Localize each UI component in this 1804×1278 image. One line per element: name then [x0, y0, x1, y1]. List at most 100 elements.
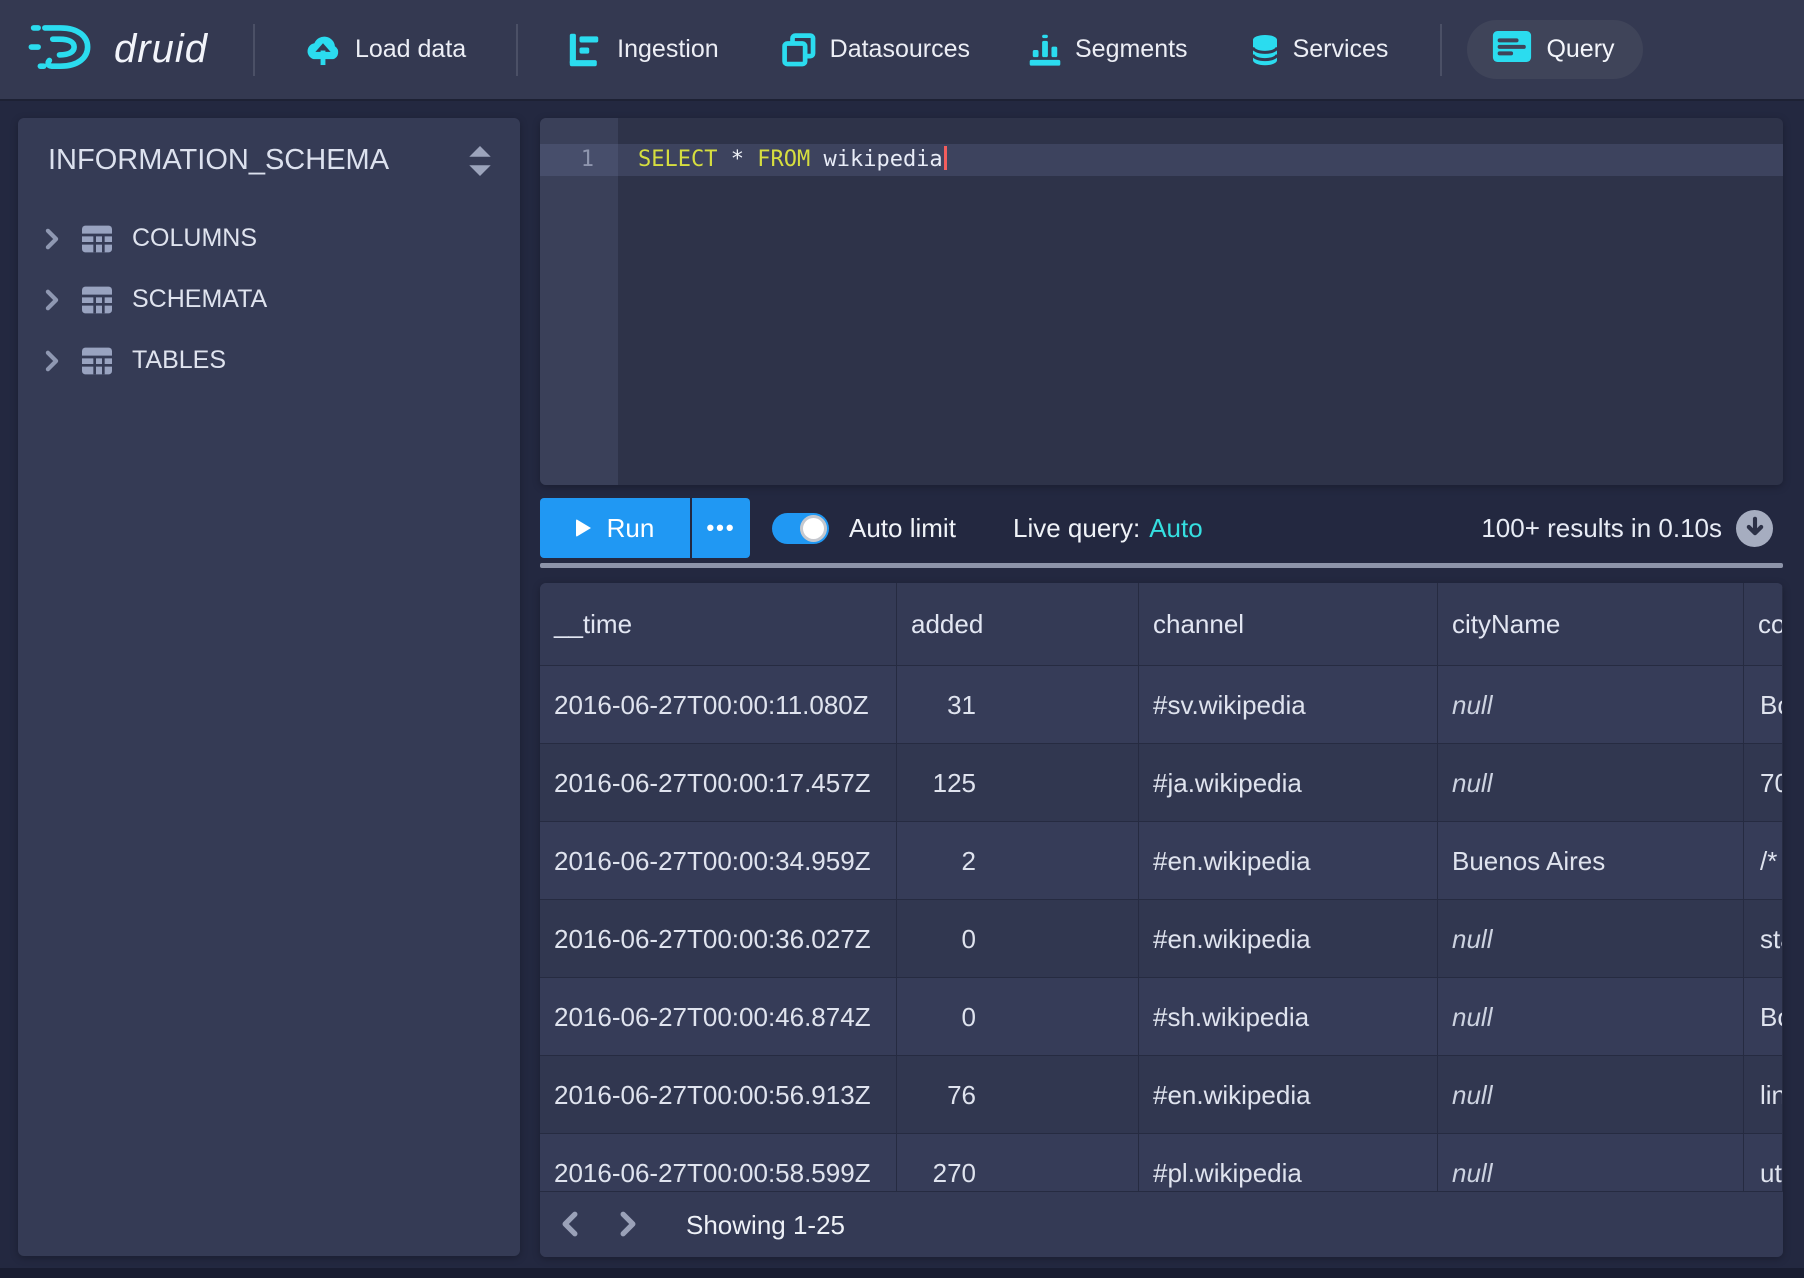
results-footer: Showing 1-25 [540, 1191, 1783, 1257]
auto-limit-label: Auto limit [849, 498, 956, 558]
ellipsis-icon: ••• [706, 515, 735, 540]
tree-item-label: SCHEMATA [132, 285, 267, 314]
schema-title: INFORMATION_SCHEMA [48, 144, 389, 177]
chevron-right-icon[interactable] [44, 289, 62, 311]
cell-channel: #en.wikipedia [1139, 1056, 1438, 1133]
sql-editor[interactable]: 1 SELECT * FROM wikipedia [540, 118, 1783, 485]
cell-cityname: null [1438, 744, 1744, 821]
sql-operator: * [731, 147, 744, 172]
console-icon [1492, 30, 1532, 70]
cell-time: 2016-06-27T00:00:11.080Z [540, 666, 897, 743]
next-page-button[interactable] [606, 1203, 650, 1247]
nav-item-label: Load data [355, 35, 466, 64]
column-header-cityname[interactable]: cityName [1438, 583, 1744, 665]
chevron-right-icon[interactable] [44, 350, 62, 372]
pane-splitter-handle[interactable] [540, 563, 1783, 568]
cell-time: 2016-06-27T00:00:34.959Z [540, 822, 897, 899]
cell-time: 2016-06-27T00:00:36.027Z [540, 900, 897, 977]
nav-item-query[interactable]: Query [1467, 20, 1642, 79]
tree-item-tables[interactable]: TABLES [18, 330, 520, 391]
druid-logo-icon [28, 20, 100, 79]
nav-item-label: Datasources [830, 35, 970, 64]
cell-comment: link [1744, 1056, 1783, 1133]
druid-console: druid Load data [0, 0, 1804, 1278]
cell-cityname: null [1438, 1056, 1744, 1133]
nav-item-label: Services [1293, 35, 1389, 64]
prev-page-button[interactable] [548, 1203, 592, 1247]
cell-comment: Bot [1744, 978, 1783, 1055]
results-table: __time added channel cityName comment 20… [540, 583, 1783, 1257]
cell-added: 0 [897, 900, 1139, 977]
line-number: 1 [540, 144, 618, 176]
brand-wordmark: druid [114, 27, 208, 72]
run-more-button[interactable]: ••• [692, 498, 750, 558]
double-caret-vertical-icon[interactable] [462, 146, 498, 176]
nav-divider [253, 24, 255, 76]
text-cursor [944, 146, 947, 170]
table-row: 2016-06-27T00:00:46.874Z 0 #sh.wikipedia… [540, 978, 1783, 1056]
cell-channel: #sv.wikipedia [1139, 666, 1438, 743]
tree-item-label: TABLES [132, 346, 226, 375]
table-row: 2016-06-27T00:00:36.027Z 0 #en.wikipedia… [540, 900, 1783, 978]
column-header-time[interactable]: __time [540, 583, 897, 665]
nav-item-label: Query [1546, 35, 1614, 64]
bar-chart-icon [1028, 32, 1062, 68]
table-row: 2016-06-27T00:00:34.959Z 2 #en.wikipedia… [540, 822, 1783, 900]
table-icon [80, 224, 114, 254]
sql-keyword: FROM [757, 147, 810, 172]
database-icon [1250, 32, 1280, 68]
cell-cityname: null [1438, 978, 1744, 1055]
nav-item-load-data[interactable]: Load data [304, 33, 466, 67]
nav-item-label: Segments [1075, 35, 1188, 64]
cell-comment: 70. [1744, 744, 1783, 821]
cell-added: 31 [897, 666, 1139, 743]
nav-divider [1440, 24, 1442, 76]
auto-limit-toggle[interactable] [772, 513, 829, 544]
cell-channel: #ja.wikipedia [1139, 744, 1438, 821]
schema-tree: COLUMNS SC [18, 208, 520, 391]
tree-item-columns[interactable]: COLUMNS [18, 208, 520, 269]
showing-label: Showing 1-25 [686, 1192, 845, 1257]
cell-time: 2016-06-27T00:00:46.874Z [540, 978, 897, 1055]
cell-added: 76 [897, 1056, 1139, 1133]
table-icon [80, 285, 114, 315]
download-icon [1745, 516, 1765, 541]
cell-comment: Bot [1744, 666, 1783, 743]
column-header-added[interactable]: added [897, 583, 1139, 665]
sql-code-line[interactable]: SELECT * FROM wikipedia [638, 144, 947, 176]
ingestion-chart-icon [568, 32, 604, 68]
nav-item-ingestion[interactable]: Ingestion [568, 32, 718, 68]
play-icon [576, 519, 591, 537]
live-query-label: Live query: [1013, 513, 1140, 543]
nav-divider [516, 24, 518, 76]
run-button[interactable]: Run [540, 498, 690, 558]
cell-cityname: null [1438, 900, 1744, 977]
cell-cityname: null [1438, 666, 1744, 743]
nav-item-datasources[interactable]: Datasources [781, 32, 970, 68]
nav-item-segments[interactable]: Segments [1028, 32, 1188, 68]
cell-time: 2016-06-27T00:00:56.913Z [540, 1056, 897, 1133]
upload-cloud-icon [304, 33, 342, 67]
cell-cityname: Buenos Aires [1438, 822, 1744, 899]
toggle-knob [800, 515, 827, 542]
cell-added: 0 [897, 978, 1139, 1055]
column-header-channel[interactable]: channel [1139, 583, 1438, 665]
chevron-right-icon [619, 1211, 637, 1240]
sql-keyword: SELECT [638, 147, 717, 172]
tree-item-label: COLUMNS [132, 224, 257, 253]
top-nav-bar: druid Load data [0, 0, 1804, 101]
nav-item-services[interactable]: Services [1250, 32, 1389, 68]
cell-added: 2 [897, 822, 1139, 899]
chevron-left-icon [561, 1211, 579, 1240]
cell-comment: sta [1744, 900, 1783, 977]
cell-channel: #sh.wikipedia [1139, 978, 1438, 1055]
cell-channel: #en.wikipedia [1139, 822, 1438, 899]
stacked-squares-icon [781, 32, 817, 68]
tree-item-schemata[interactable]: SCHEMATA [18, 269, 520, 330]
brand: druid [28, 20, 208, 79]
query-toolbar: Run ••• Auto limit Live query:Auto 100+ … [540, 498, 1783, 558]
live-query-value[interactable]: Auto [1149, 513, 1203, 543]
chevron-right-icon[interactable] [44, 228, 62, 250]
column-header-comment[interactable]: comment [1744, 583, 1783, 665]
download-button[interactable] [1736, 510, 1773, 547]
